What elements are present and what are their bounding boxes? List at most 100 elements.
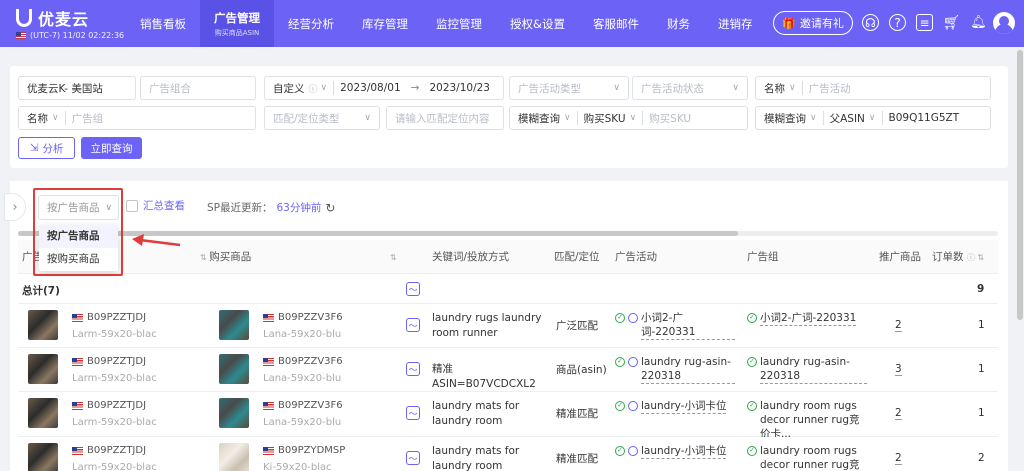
trend-chart-icon[interactable]: 〜	[406, 318, 420, 332]
horizontal-scrollbar[interactable]	[18, 231, 738, 236]
sp-update-status: SP最近更新： 63分钟前 ↻	[207, 200, 335, 215]
trend-chart-icon[interactable]: 〜	[406, 451, 420, 465]
date-range-picker[interactable]: 自定义 ⓘ ∨ 2023/08/01 → 2023/10/23	[264, 76, 504, 100]
bell-icon[interactable]: 🔔︎	[970, 14, 987, 31]
buy-sku: Ki-59x20-blac	[263, 462, 332, 471]
option-by-ad-product[interactable]: 按广告商品	[39, 225, 118, 248]
ad-asin[interactable]: B09PZZTJDJ	[72, 312, 146, 323]
header-label: 匹配/定位	[554, 251, 600, 263]
summary-view-toggle[interactable]: 汇总查看	[126, 198, 185, 213]
nav-item-finance[interactable]: 财务	[653, 0, 704, 47]
chevron-down-icon: ∨	[105, 202, 113, 213]
campaign-type-select[interactable]: 广告活动类型 ∨	[509, 76, 629, 100]
nav-item-monitoring[interactable]: 监控管理	[422, 0, 496, 47]
cart-icon[interactable]: 🛒︎	[943, 14, 961, 31]
col-keyword[interactable]: 关键词/投放方式	[432, 240, 509, 274]
vertical-scrollbar[interactable]	[1017, 50, 1023, 320]
campaign-link[interactable]: ✓ laundry rug-asin-220318	[615, 355, 735, 384]
match-content-input[interactable]: 请输入匹配定位内容	[386, 106, 504, 130]
buy-asin[interactable]: B09PZZV3F6	[263, 312, 343, 323]
campaign-status-select[interactable]: 广告活动状态 ∨	[632, 76, 748, 100]
view-mode-select[interactable]: 按广告商品 ∨	[38, 195, 119, 220]
parent-asin-search[interactable]: 模糊查询 ∨ 父ASIN ∨ B09Q11G5ZT	[755, 106, 991, 130]
nav-item-business-analysis[interactable]: 经营分析	[274, 0, 348, 47]
nav-item-ad-management[interactable]: 广告管理 购买商品ASIN	[200, 0, 274, 47]
table-row[interactable]: B09PZZTJDJ Larm-59x20-blac B09PZZV3F6 La…	[18, 348, 998, 392]
buy-sku-search[interactable]: 模糊查询 ∨ 购买SKU ∨ 购买SKU	[509, 106, 748, 130]
buy-asin[interactable]: B09PZZV3F6	[263, 356, 343, 367]
adgroup-link[interactable]: ✓laundry room rugs decor runner rug竞价卡..…	[747, 444, 867, 471]
nav-item-sales-board[interactable]: 销售看板	[126, 0, 200, 47]
option-by-buy-product[interactable]: 按购买商品	[39, 248, 118, 271]
header-label: 广告组	[747, 251, 779, 263]
ad-product-image[interactable]	[28, 443, 58, 471]
col-orders[interactable]: 订单数 ⓘ ⇅	[932, 240, 984, 274]
buy-product-image[interactable]	[219, 443, 249, 471]
ad-asin[interactable]: B09PZZTJDJ	[72, 400, 146, 411]
ad-portfolio-select[interactable]: 广告组合	[140, 76, 256, 100]
brand-logo[interactable]: 优麦云	[16, 6, 89, 30]
keyword-text: 精准ASIN=B07VCDCXL2	[432, 363, 536, 390]
document-icon[interactable]: ≡	[916, 14, 933, 31]
chevron-down-icon: ∨	[364, 113, 371, 123]
sort-icon[interactable]: ⇅	[390, 240, 397, 274]
trend-chart-icon[interactable]: 〜	[406, 406, 420, 420]
buy-sku-placeholder: 购买SKU	[649, 112, 692, 125]
divider	[576, 111, 578, 125]
ad-product-image[interactable]	[28, 310, 58, 340]
campaign-link[interactable]: ✓ laundry-小词卡位	[615, 399, 735, 414]
col-ad-count[interactable]: 推广商品	[879, 240, 921, 274]
ad-sku: Larm-59x20-blac	[72, 462, 157, 471]
campaign-name-search[interactable]: 名称 ∨ 广告活动	[755, 76, 991, 100]
campaign-link[interactable]: ✓ 小词2-广词-220331	[615, 311, 735, 340]
summary-checkbox[interactable]	[126, 199, 138, 212]
campaign-link[interactable]: ✓ laundry-小词卡位	[615, 444, 735, 459]
trend-chart-icon[interactable]: 〜	[406, 282, 420, 296]
nav-item-service-mail[interactable]: 客服邮件	[579, 0, 653, 47]
buy-asin[interactable]: B09PZYDMSP	[263, 445, 345, 456]
ad-count[interactable]: 2	[895, 407, 902, 420]
adgroup-name-search[interactable]: 名称 ∨ 广告组	[18, 106, 256, 130]
buy-product-image[interactable]	[219, 398, 249, 428]
buy-asin[interactable]: B09PZZV3F6	[263, 400, 343, 411]
ad-count[interactable]: 3	[895, 363, 902, 376]
nav-item-inventory[interactable]: 库存管理	[348, 0, 422, 47]
timezone-text: (UTC-7) 11/02 02:22:36	[30, 31, 125, 40]
adgroup-link[interactable]: ✓ laundry rug-asin-220318	[747, 355, 867, 384]
ad-asin-text: B09PZZTJDJ	[87, 400, 147, 411]
table-row[interactable]: B09PZZTJDJ Larm-59x20-blac B09PZZV3F6 La…	[18, 392, 998, 442]
ad-count[interactable]: 2	[895, 319, 902, 332]
col-match[interactable]: 匹配/定位	[554, 240, 600, 274]
table-row[interactable]: B09PZZTJDJ Larm-59x20-blac B09PZZV3F6 La…	[18, 304, 998, 348]
query-button[interactable]: 立即查询	[81, 137, 142, 159]
fuzzy-query-label: 模糊查询	[764, 112, 806, 125]
nav-item-auth-settings[interactable]: 授权&设置	[496, 0, 579, 47]
sp-update-value: 63分钟前	[276, 202, 322, 214]
col-campaign[interactable]: 广告活动	[615, 240, 657, 274]
help-icon[interactable]: ?	[889, 14, 906, 31]
ad-count[interactable]: 2	[895, 452, 902, 465]
col-adgroup[interactable]: 广告组	[747, 240, 779, 274]
refresh-icon[interactable]: ↻	[325, 201, 335, 215]
match-type-select[interactable]: 匹配/定位类型 ∨	[264, 106, 380, 130]
col-buy-product[interactable]: ⇅ 购买商品	[200, 240, 251, 274]
analyze-button[interactable]: ⇲ 分析	[18, 137, 75, 159]
ad-product-image[interactable]	[28, 354, 58, 384]
campaign-type-placeholder: 广告活动类型	[518, 82, 581, 95]
ad-product-image[interactable]	[28, 398, 58, 428]
adgroup-link[interactable]: ✓laundry room rugs decor runner rug竞价卡..…	[747, 399, 867, 442]
chevron-down-icon: ∨	[732, 83, 739, 93]
headset-icon[interactable]: ☊	[862, 14, 879, 31]
ad-asin[interactable]: B09PZZTJDJ	[72, 445, 146, 456]
user-avatar[interactable]	[993, 12, 1015, 34]
buy-product-image[interactable]	[219, 354, 249, 384]
us-flag-icon	[263, 357, 274, 366]
buy-product-image[interactable]	[219, 310, 249, 340]
invite-button[interactable]: 🎁 邀请有礼	[773, 11, 853, 35]
nav-item-purchase-sales[interactable]: 进销存	[704, 0, 767, 47]
ad-asin[interactable]: B09PZZTJDJ	[72, 356, 146, 367]
shop-select[interactable]: 优麦云K- 美国站	[18, 76, 136, 100]
trend-chart-icon[interactable]: 〜	[406, 362, 420, 376]
table-row[interactable]: B09PZZTJDJ Larm-59x20-blac B09PZYDMSP Ki…	[18, 437, 998, 471]
adgroup-link[interactable]: ✓ 小词2-广词-220331	[747, 311, 867, 326]
